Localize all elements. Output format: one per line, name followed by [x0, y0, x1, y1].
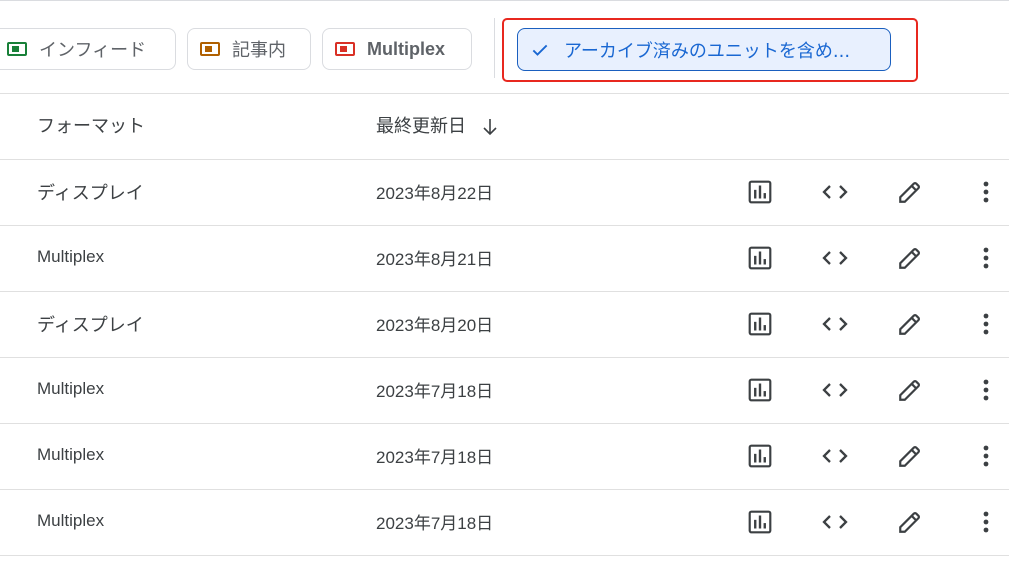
filter-chip-infeed[interactable]: インフィード — [0, 28, 176, 70]
filter-chip-label: Multiplex — [367, 38, 446, 59]
include-archived-chip[interactable]: アーカイブ済みのユニットを含め... — [517, 28, 891, 71]
filter-chip-in-article[interactable]: 記事内 — [187, 28, 311, 70]
row-date: 2023年8月21日 — [376, 250, 494, 269]
more-vert-icon[interactable] — [971, 375, 1001, 405]
more-vert-icon[interactable] — [971, 243, 1001, 273]
row-format: Multiplex — [37, 445, 105, 464]
chip-divider — [494, 18, 495, 78]
row-format: ディスプレイ — [37, 183, 144, 204]
arrow-down-icon — [482, 118, 498, 136]
more-vert-icon[interactable] — [971, 177, 1001, 207]
report-icon[interactable] — [745, 309, 775, 339]
code-icon[interactable] — [820, 507, 850, 537]
edit-icon[interactable] — [895, 507, 925, 537]
divider — [0, 555, 1009, 556]
row-format: Multiplex — [37, 511, 105, 530]
report-icon[interactable] — [745, 507, 775, 537]
row-date: 2023年7月18日 — [376, 448, 494, 467]
more-vert-icon[interactable] — [971, 441, 1001, 471]
row-date: 2023年8月20日 — [376, 316, 494, 335]
code-icon[interactable] — [820, 177, 850, 207]
row-date: 2023年8月22日 — [376, 184, 494, 203]
table-row[interactable]: Multiplex 2023年7月18日 — [0, 489, 1009, 555]
column-header-label: 最終更新日 — [376, 116, 466, 137]
table-row[interactable]: ディスプレイ 2023年8月22日 — [0, 159, 1009, 225]
edit-icon[interactable] — [895, 375, 925, 405]
code-icon[interactable] — [820, 309, 850, 339]
more-vert-icon[interactable] — [971, 309, 1001, 339]
include-archived-label: アーカイブ済みのユニットを含め... — [564, 40, 851, 62]
code-icon[interactable] — [820, 243, 850, 273]
top-border — [0, 0, 1009, 1]
row-format: ディスプレイ — [37, 315, 144, 336]
row-format: Multiplex — [37, 379, 105, 398]
edit-icon[interactable] — [895, 177, 925, 207]
row-date: 2023年7月18日 — [376, 382, 494, 401]
table-row[interactable]: ディスプレイ 2023年8月20日 — [0, 291, 1009, 357]
table-row[interactable]: Multiplex 2023年8月21日 — [0, 225, 1009, 291]
edit-icon[interactable] — [895, 309, 925, 339]
filter-chip-label: 記事内 — [232, 40, 286, 61]
infeed-format-icon — [7, 42, 27, 56]
column-header-last-updated[interactable]: 最終更新日 — [376, 112, 498, 138]
divider — [0, 93, 1009, 94]
edit-icon[interactable] — [895, 243, 925, 273]
report-icon[interactable] — [745, 177, 775, 207]
column-header-label: フォーマット — [37, 116, 145, 137]
more-vert-icon[interactable] — [971, 507, 1001, 537]
filter-chip-multiplex[interactable]: Multiplex — [322, 28, 472, 70]
multiplex-format-icon — [335, 42, 355, 56]
report-icon[interactable] — [745, 375, 775, 405]
edit-icon[interactable] — [895, 441, 925, 471]
check-icon — [530, 40, 550, 60]
code-icon[interactable] — [820, 375, 850, 405]
column-header-format[interactable]: フォーマット — [37, 112, 145, 138]
report-icon[interactable] — [745, 243, 775, 273]
table-row[interactable]: Multiplex 2023年7月18日 — [0, 357, 1009, 423]
code-icon[interactable] — [820, 441, 850, 471]
table-row[interactable]: Multiplex 2023年7月18日 — [0, 423, 1009, 489]
row-date: 2023年7月18日 — [376, 514, 494, 533]
report-icon[interactable] — [745, 441, 775, 471]
in-article-format-icon — [200, 42, 220, 56]
filter-chip-label: インフィード — [39, 40, 147, 61]
row-format: Multiplex — [37, 247, 105, 266]
